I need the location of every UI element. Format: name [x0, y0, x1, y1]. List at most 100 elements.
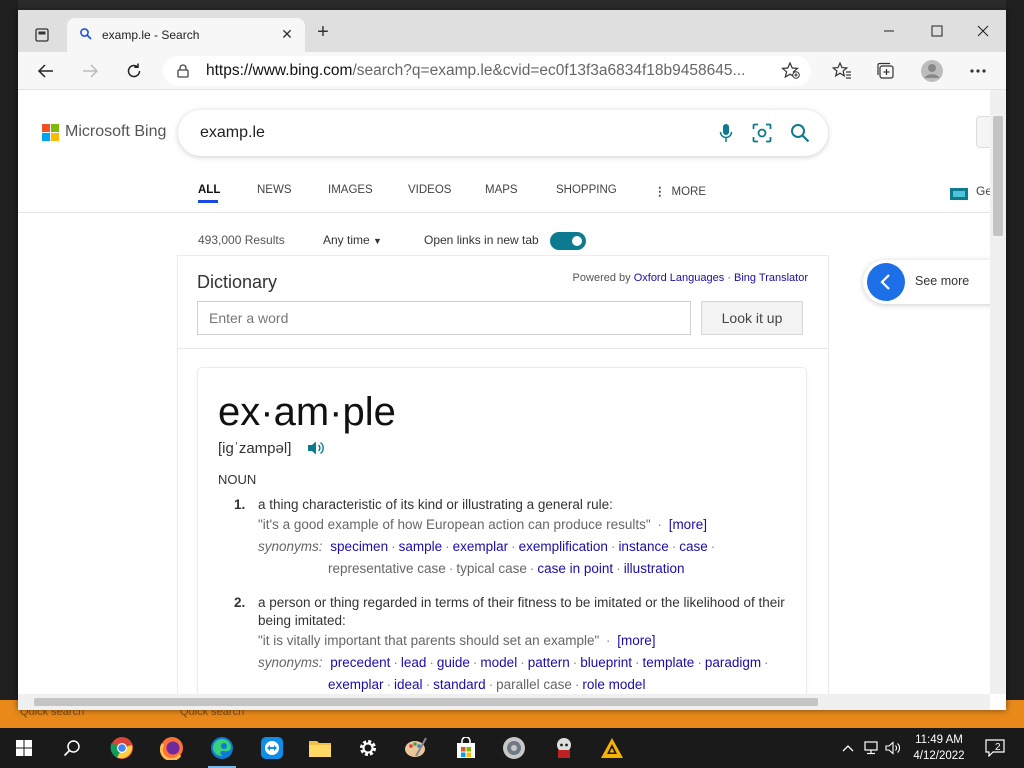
chevron-up-icon — [842, 745, 854, 752]
browser-window: examp.le - Search ✕ + https://www.bing.c… — [18, 10, 1006, 710]
search-button[interactable] — [789, 122, 811, 144]
favorites-button[interactable] — [828, 57, 856, 85]
synonym-link[interactable]: exemplar — [453, 539, 509, 554]
scope-shopping[interactable]: SHOPPING — [556, 184, 617, 196]
maximize-button[interactable] — [914, 16, 960, 46]
more-link[interactable]: [more] — [669, 517, 707, 532]
scope-more[interactable]: ⋮ MORE — [654, 184, 706, 198]
tab-bing-search[interactable]: examp.le - Search ✕ — [67, 18, 305, 52]
paint-palette-icon — [405, 737, 427, 757]
taskbar-firefox[interactable] — [148, 728, 196, 768]
scope-news[interactable]: NEWS — [257, 184, 292, 196]
rewards-partial-text: Ge — [976, 184, 990, 198]
bing-logo[interactable]: Microsoft Bing — [42, 123, 166, 141]
more-vertical-icon: ⋮ — [654, 186, 666, 198]
sign-in-button-partial[interactable] — [976, 116, 990, 148]
desktop-right-edge — [1006, 0, 1024, 700]
scope-all[interactable]: ALL — [198, 184, 220, 196]
tab-title: examp.le - Search — [102, 28, 200, 42]
active-scope-underline — [198, 200, 218, 203]
volume-button[interactable] — [884, 728, 904, 768]
scrollbar-thumb[interactable] — [993, 116, 1003, 236]
synonym-link[interactable]: illustration — [624, 561, 685, 576]
tab-close-button[interactable]: ✕ — [277, 24, 297, 44]
synonym-link[interactable]: role model — [582, 677, 645, 692]
start-button[interactable] — [0, 728, 48, 768]
taskbar-clock[interactable]: 11:49 AM 4/12/2022 — [906, 732, 972, 764]
visual-search-button[interactable] — [751, 122, 773, 144]
close-window-button[interactable] — [960, 16, 1006, 46]
dictionary-divider — [178, 348, 828, 349]
search-icon — [791, 124, 810, 143]
translator-link[interactable]: Bing Translator — [734, 272, 808, 284]
scope-divider — [18, 212, 990, 213]
notification-center-button[interactable]: 2 — [980, 728, 1010, 768]
synonym-link[interactable]: guide — [437, 655, 470, 670]
synonym-link[interactable]: exemplar — [328, 677, 384, 692]
scope-videos[interactable]: VIDEOS — [408, 184, 451, 196]
synonym-link[interactable]: instance — [618, 539, 668, 554]
tab-actions-icon — [35, 28, 49, 42]
voice-search-button[interactable] — [715, 122, 737, 144]
refresh-button[interactable] — [120, 57, 148, 85]
collections-button[interactable] — [872, 57, 900, 85]
synonym-link[interactable]: blueprint — [580, 655, 632, 670]
taskbar-app-character[interactable] — [540, 728, 588, 768]
synonym-link[interactable]: lead — [401, 655, 427, 670]
synonym-link[interactable]: model — [480, 655, 517, 670]
taskbar-file-explorer[interactable] — [296, 728, 344, 768]
address-bar[interactable]: https://www.bing.com/search?q=examp.le&c… — [163, 56, 811, 86]
horizontal-scrollbar[interactable] — [18, 694, 990, 710]
synonym-link[interactable]: template — [643, 655, 695, 670]
taskbar-chrome[interactable] — [98, 728, 146, 768]
scope-images[interactable]: IMAGES — [328, 184, 373, 196]
time-filter-dropdown[interactable]: Any time ▼ — [323, 233, 382, 247]
minimize-button[interactable] — [866, 16, 912, 46]
taskbar-store[interactable] — [442, 728, 490, 768]
network-button[interactable] — [862, 728, 882, 768]
scope-maps[interactable]: MAPS — [485, 184, 518, 196]
dictionary-word-field[interactable] — [197, 301, 691, 335]
forward-button[interactable] — [76, 57, 104, 85]
add-favorite-icon[interactable] — [781, 62, 801, 80]
synonym-link[interactable]: pattern — [528, 655, 570, 670]
taskbar-search-button[interactable] — [48, 728, 96, 768]
profile-button[interactable] — [918, 57, 946, 85]
back-button[interactable] — [32, 57, 60, 85]
synonym-link[interactable]: exemplification — [519, 539, 608, 554]
speaker-icon[interactable] — [306, 440, 326, 456]
taskbar-app-steam[interactable] — [490, 728, 538, 768]
taskbar-settings[interactable] — [344, 728, 392, 768]
search-input[interactable]: examp.le — [200, 124, 265, 142]
dictionary-word-input[interactable] — [198, 302, 690, 334]
vertical-scrollbar[interactable] — [990, 90, 1006, 694]
synonym-link[interactable]: specimen — [330, 539, 388, 554]
tab-actions-button[interactable] — [28, 22, 56, 48]
new-tab-button[interactable]: + — [312, 22, 334, 44]
taskbar-edge[interactable] — [198, 728, 246, 768]
more-link[interactable]: [more] — [617, 633, 655, 648]
taskbar-paint[interactable] — [392, 728, 440, 768]
search-box[interactable]: examp.le — [178, 110, 828, 156]
synonym-link[interactable]: sample — [399, 539, 443, 554]
see-more-button[interactable]: See more — [863, 260, 990, 304]
settings-more-button[interactable] — [964, 57, 992, 85]
oxford-link[interactable]: Oxford Languages — [634, 272, 725, 284]
rewards-icon[interactable] — [949, 186, 969, 202]
headword: ex·am·ple — [218, 390, 396, 434]
titlebar: examp.le - Search ✕ + — [18, 10, 1006, 52]
taskbar-teamviewer[interactable] — [248, 728, 296, 768]
taskbar-app-warning[interactable] — [588, 728, 636, 768]
synonym-link[interactable]: standard — [433, 677, 486, 692]
synonym-link[interactable]: precedent — [330, 655, 390, 670]
synonym-link[interactable]: case in point — [537, 561, 613, 576]
synonym-link[interactable]: ideal — [394, 677, 423, 692]
open-links-toggle[interactable] — [550, 232, 586, 250]
caret-down-icon: ▼ — [373, 236, 382, 246]
example-text: "it is vitally important that parents sh… — [258, 633, 600, 648]
synonym-link[interactable]: paradigm — [705, 655, 761, 670]
look-it-up-button[interactable]: Look it up — [701, 301, 803, 335]
show-hidden-icons-button[interactable] — [838, 728, 858, 768]
synonym-link[interactable]: case — [679, 539, 708, 554]
scrollbar-thumb[interactable] — [34, 698, 818, 706]
